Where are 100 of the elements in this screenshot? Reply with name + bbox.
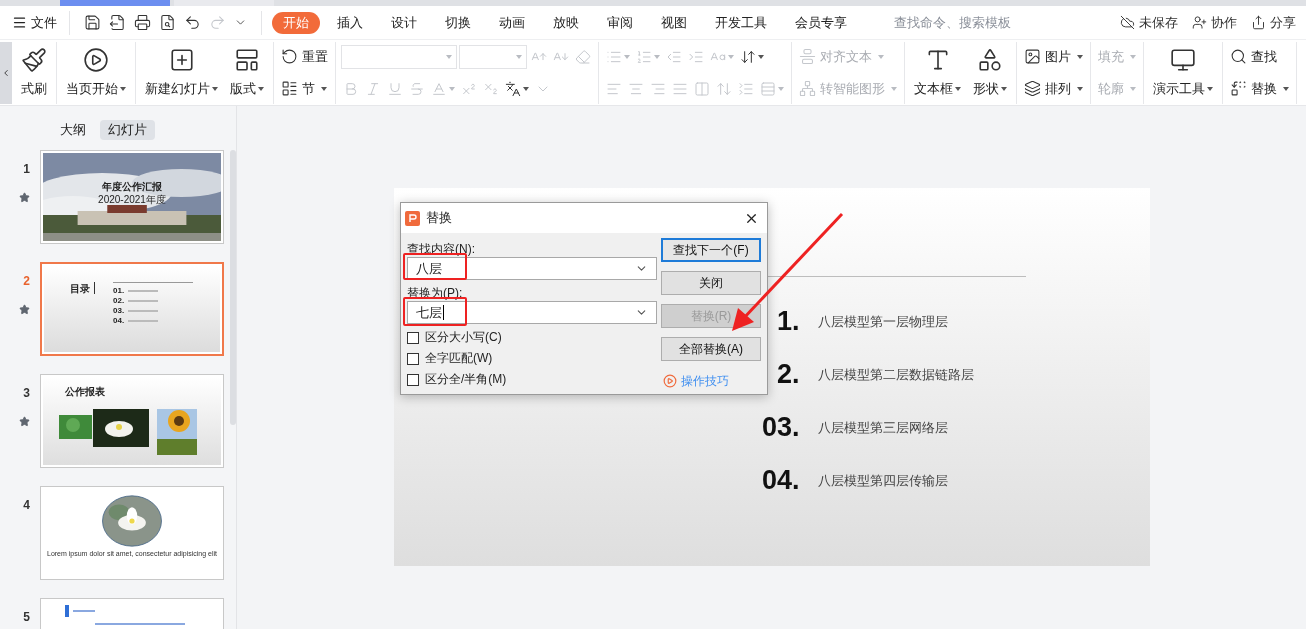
section-icon [281, 80, 298, 97]
ribbon-tab[interactable]: 审阅 [596, 11, 644, 34]
text-cursor [443, 305, 444, 320]
dialog-button[interactable]: 关闭 [661, 271, 761, 295]
image-icon [1024, 48, 1041, 65]
button-label: 查找 [1251, 47, 1277, 66]
toolbar-button[interactable]: 文本框 [910, 41, 965, 104]
toolbar-button[interactable]: 查找 [1228, 44, 1291, 69]
shapes-icon [977, 46, 1003, 73]
text-line [73, 610, 95, 612]
slide-title: 年度公作汇报 [102, 181, 162, 192]
find-field[interactable]: 八层 [407, 257, 657, 280]
slide-subtitle: 2020-2021年度 [98, 194, 166, 205]
button-label: 节 [302, 79, 315, 98]
item-number: 2. [775, 358, 800, 392]
chevron-left-icon [1, 67, 11, 78]
toolbar-button[interactable]: 形状 [969, 41, 1011, 104]
dialog-button[interactable]: 全部替换(A) [661, 337, 761, 361]
item-text: 八层模型第二层数据链路层 [817, 365, 974, 384]
play-icon [663, 374, 677, 388]
replace-icon [1230, 80, 1247, 97]
button-label: 重置 [302, 47, 328, 66]
text-line [128, 310, 159, 312]
smart-art-icon [799, 80, 816, 97]
panel-tab[interactable]: 大纲 [51, 120, 94, 140]
new-slide-icon [168, 46, 195, 73]
slide-item-number: 01. [113, 287, 125, 295]
slide-number: 1 [23, 161, 30, 178]
item-text: 八层模型第四层传输层 [817, 471, 948, 490]
slide-title: 公作报表 [65, 387, 105, 397]
button-label: 形状 [973, 79, 999, 98]
button-label: 轮廓 [1098, 79, 1124, 98]
section-marker [65, 605, 69, 617]
slide-number: 3 [23, 385, 30, 402]
share-icon [1251, 15, 1266, 30]
item-number: 03. [760, 411, 800, 445]
toolbar-button[interactable]: 版式 [226, 41, 268, 104]
slide-title: 目录 [70, 284, 90, 294]
option-label: 区分大小写(C) [425, 330, 502, 345]
ribbon-tab[interactable]: 动画 [488, 11, 536, 34]
item-number: 04. [760, 464, 800, 498]
caret-icon [516, 54, 522, 59]
button-label: 对齐文本 [820, 47, 872, 66]
text-line [128, 320, 159, 322]
play-icon [83, 46, 109, 73]
header-action[interactable]: 未保存 [1120, 12, 1178, 33]
slide-thumbnail[interactable]: 公作报表 [40, 374, 224, 468]
caret-icon [446, 54, 452, 59]
option-label: 全字匹配(W) [425, 351, 493, 366]
ribbon-tab[interactable]: 放映 [542, 11, 590, 34]
toolbar-button[interactable]: 式刷 [17, 41, 51, 104]
button-label: 当页开始 [66, 79, 118, 98]
button-label: 式刷 [21, 79, 47, 98]
dialog-title: 替换 [426, 209, 452, 228]
button-label: 排列 [1045, 79, 1071, 98]
replace-field[interactable]: 七层 [407, 301, 657, 324]
slide-item-number: 02. [113, 297, 125, 305]
item-text: 八层模型第一层物理层 [817, 312, 948, 331]
toolbar-button[interactable]: 排列 [1022, 76, 1085, 101]
ribbon-tab[interactable]: 视图 [650, 11, 698, 34]
header-action[interactable]: 协作 [1192, 12, 1237, 33]
text-line [128, 300, 159, 302]
menu-icon [12, 15, 27, 30]
button-label: 图片 [1045, 47, 1071, 66]
scrollbar[interactable] [230, 150, 236, 425]
button-label: 替换 [1251, 79, 1277, 98]
checkbox[interactable] [407, 373, 419, 386]
dialog-button[interactable]: 查找下一个(F) [661, 238, 761, 262]
toolbar-button[interactable]: 新建幻灯片 [141, 41, 222, 104]
panel-tab[interactable]: 幻灯片 [99, 120, 155, 140]
cloud-icon [1120, 15, 1135, 30]
ribbon-tab[interactable]: 会员专享 [784, 11, 858, 34]
toolbar-button[interactable]: 节 [279, 76, 330, 101]
layers-icon [1024, 80, 1041, 97]
layout-icon [234, 46, 260, 73]
text-line [128, 290, 159, 292]
collapse-handle[interactable] [0, 41, 12, 104]
toolbar-button[interactable]: 重置 [279, 44, 330, 69]
ribbon-tab[interactable]: 切换 [434, 11, 482, 34]
slide-thumbnail[interactable]: 目录 01. 02. 03. 04. [40, 262, 224, 356]
app-logo-icon [405, 210, 420, 226]
ribbon-tab[interactable]: 开发工具 [704, 11, 778, 34]
toolbar-button[interactable]: 替换 [1228, 76, 1291, 101]
reset-icon [281, 48, 298, 65]
toolbar-button[interactable]: 当页开始 [62, 41, 130, 104]
slide-thumbnail[interactable]: 年度公作汇报 2020-2021年度 [40, 150, 224, 244]
monitor-icon [1170, 46, 1196, 73]
button-label: 新建幻灯片 [145, 79, 210, 98]
toolbar-button[interactable]: 图片 [1022, 44, 1085, 69]
button-label: 转智能图形 [820, 79, 885, 98]
ribbon-tab[interactable]: 插入 [326, 11, 374, 34]
file-menu[interactable]: 文件 [12, 12, 69, 33]
checkbox[interactable] [407, 352, 419, 365]
checkbox[interactable] [407, 331, 419, 344]
vertical-align-icon [799, 48, 816, 65]
ribbon-tab[interactable]: 设计 [380, 11, 428, 34]
header-action[interactable]: 分享 [1251, 12, 1296, 33]
button-label: 填充 [1098, 47, 1124, 66]
toolbar-button[interactable]: 演示工具 [1149, 41, 1217, 104]
brush-icon [21, 46, 47, 73]
